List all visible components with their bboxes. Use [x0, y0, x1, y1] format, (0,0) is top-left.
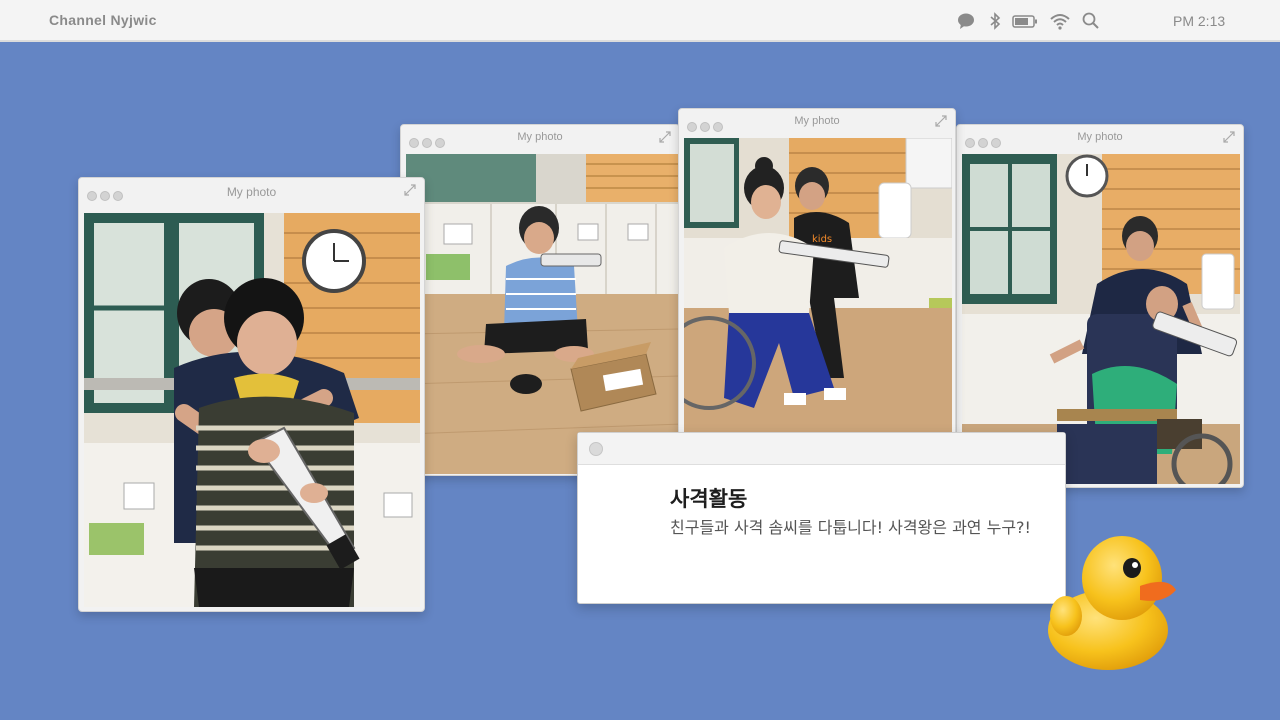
window-titlebar[interactable]: My photo — [957, 125, 1243, 151]
card-body: 친구들과 사격 솜씨를 다툽니다! 사격왕은 과연 누구?! — [670, 518, 1031, 537]
top-menu-bar: Channel Nyjwic PM 2:13 — [0, 0, 1280, 42]
photo-floor-shooting — [406, 154, 679, 474]
card-titlebar[interactable] — [578, 433, 1065, 465]
photo-window-1[interactable]: My photo — [78, 177, 425, 612]
clock: PM 2:13 — [1173, 13, 1226, 29]
expand-icon[interactable] — [935, 115, 947, 127]
window-titlebar[interactable]: My photo — [79, 178, 424, 204]
window-title: My photo — [517, 131, 563, 143]
photo-window-3[interactable]: My photo kids — [678, 108, 956, 438]
wifi-icon[interactable] — [1049, 11, 1071, 31]
close-dot-icon[interactable] — [589, 442, 603, 456]
expand-icon[interactable] — [404, 184, 416, 196]
card-heading: 사격활동 — [670, 487, 748, 511]
window-titlebar[interactable]: My photo — [401, 125, 679, 151]
bluetooth-icon[interactable] — [985, 11, 1005, 31]
photo-window-2[interactable]: My photo — [400, 124, 680, 476]
photo-wheelchair-girl: kids — [684, 138, 952, 436]
battery-icon — [1012, 11, 1038, 31]
channel-brand: Channel Nyjwic — [49, 12, 157, 28]
description-card: 사격활동 친구들과 사격 솜씨를 다툽니다! 사격왕은 과연 누구?! — [577, 432, 1066, 604]
search-icon[interactable] — [1081, 11, 1101, 31]
window-titlebar[interactable]: My photo — [679, 109, 955, 135]
expand-icon[interactable] — [659, 131, 671, 143]
expand-icon[interactable] — [1223, 131, 1235, 143]
svg-text:kids: kids — [812, 234, 832, 245]
window-title: My photo — [226, 185, 277, 199]
photo-striped-shirt — [84, 213, 420, 607]
window-title: My photo — [1077, 131, 1123, 143]
window-title: My photo — [794, 115, 840, 127]
rubber-duck-icon — [1048, 536, 1176, 670]
chat-icon[interactable] — [956, 11, 976, 31]
